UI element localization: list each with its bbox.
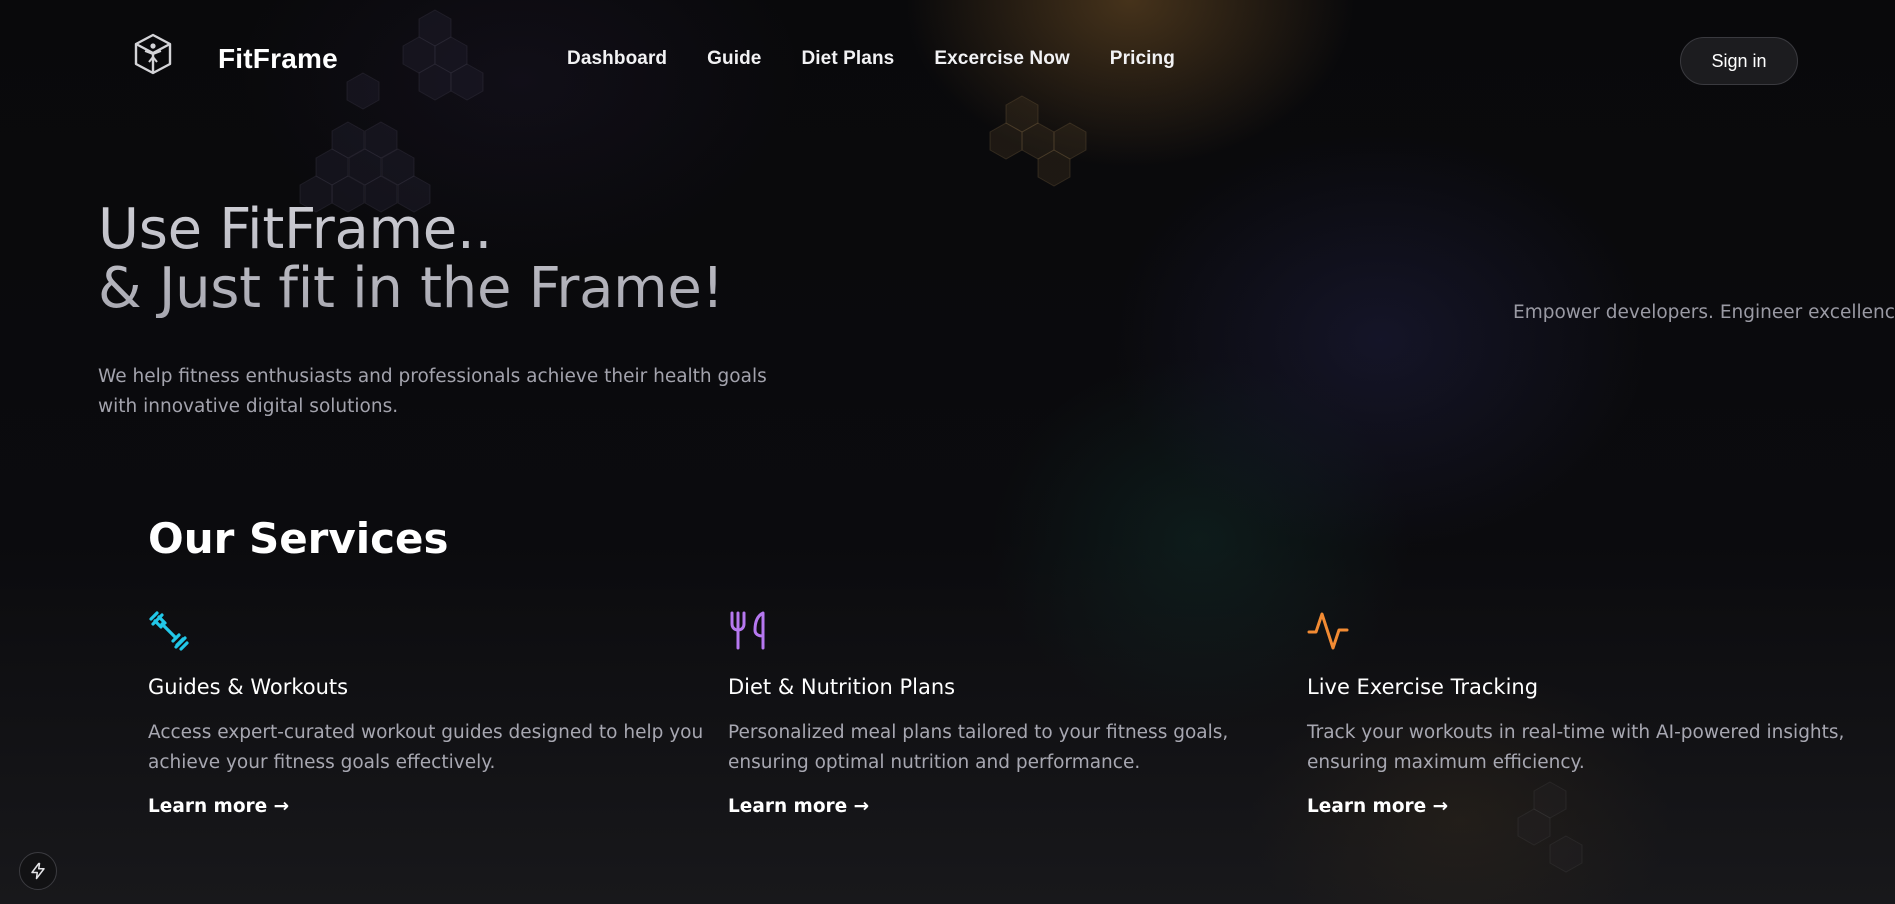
services-heading: Our Services xyxy=(148,514,449,563)
brand-logo[interactable] xyxy=(103,28,211,84)
service-description: Access expert-curated workout guides des… xyxy=(148,722,704,773)
service-title: Diet & Nutrition Plans xyxy=(728,675,956,699)
service-card-guides: Guides & Workouts Access expert-curated … xyxy=(148,610,708,773)
service-title: Live Exercise Tracking xyxy=(1307,675,1539,699)
hero-title-line-1: Use FitFrame.. xyxy=(98,197,492,262)
dumbbell-icon xyxy=(149,611,189,651)
hero-tagline: Empower developers. Engineer excellence. xyxy=(1513,302,1895,323)
nav-item-excercise-now[interactable]: Excercise Now xyxy=(934,48,1069,70)
nav-item-diet-plans[interactable]: Diet Plans xyxy=(801,48,894,70)
box-figure-icon xyxy=(134,33,172,75)
hero-subtitle: We help fitness enthusiasts and professi… xyxy=(98,366,767,417)
service-card-diet: Diet & Nutrition Plans Personalized meal… xyxy=(728,610,1288,773)
brand-name[interactable]: FitFrame xyxy=(218,43,338,75)
nav-item-pricing[interactable]: Pricing xyxy=(1110,48,1175,70)
service-description: Track your workouts in real-time with AI… xyxy=(1307,722,1845,773)
hero-title-line-2: & Just fit in the Frame! xyxy=(98,256,724,321)
service-description: Personalized meal plans tailored to your… xyxy=(728,722,1229,773)
nav-item-dashboard[interactable]: Dashboard xyxy=(567,48,667,70)
service-card-tracking: Live Exercise Tracking Track your workou… xyxy=(1307,610,1867,773)
floating-action-button[interactable] xyxy=(19,852,57,890)
lightning-bolt-icon xyxy=(31,862,45,880)
learn-more-link-diet[interactable]: Learn more → xyxy=(728,796,869,817)
learn-more-link-guides[interactable]: Learn more → xyxy=(148,796,289,817)
utensils-icon xyxy=(730,611,765,650)
service-title: Guides & Workouts xyxy=(148,675,349,699)
hero-title: Use FitFrame.. & Just fit in the Frame! xyxy=(98,200,724,318)
sign-in-button[interactable]: Sign in xyxy=(1680,37,1798,85)
nav-item-guide[interactable]: Guide xyxy=(707,48,761,70)
learn-more-link-tracking[interactable]: Learn more → xyxy=(1307,796,1448,817)
activity-pulse-icon xyxy=(1307,612,1349,650)
main-nav: Dashboard Guide Diet Plans Excercise Now… xyxy=(567,48,1175,70)
